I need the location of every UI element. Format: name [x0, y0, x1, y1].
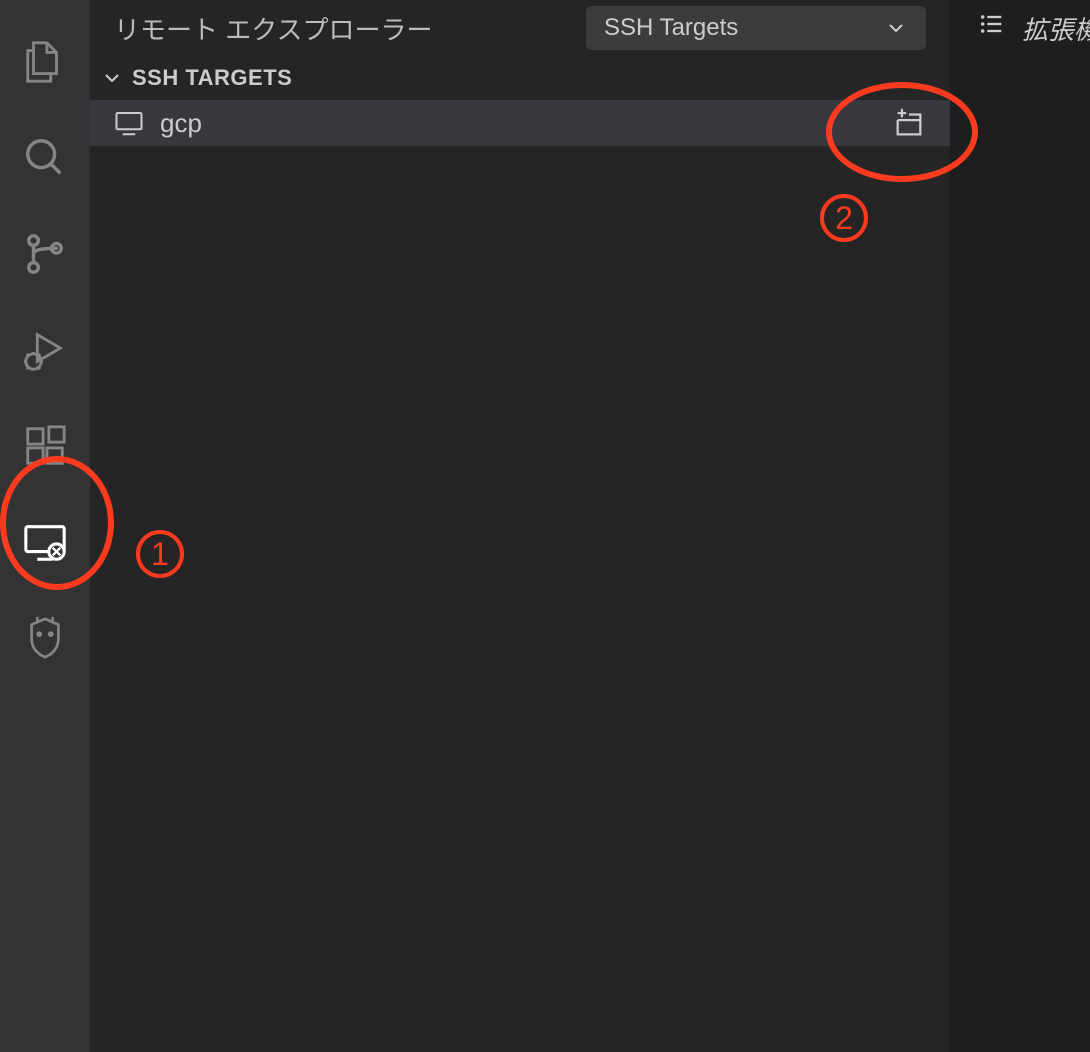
section-title: SSH TARGETS: [132, 65, 292, 91]
run-debug-tab[interactable]: [0, 302, 90, 398]
dropdown-selected-label: SSH Targets: [604, 14, 738, 42]
remote-explorer-icon: [22, 519, 68, 565]
debug-icon: [22, 327, 68, 373]
search-icon: [22, 135, 68, 181]
extensions-tab[interactable]: [0, 398, 90, 494]
chevron-down-icon: [100, 66, 124, 90]
sidebar-header: リモート エクスプローラー SSH Targets: [90, 0, 950, 56]
chevron-down-icon: [884, 16, 908, 40]
remote-explorer-sidebar: リモート エクスプローラー SSH Targets SSH TARGETS gc…: [90, 0, 950, 1052]
ssh-target-label: gcp: [160, 108, 876, 139]
activity-bar: [0, 0, 90, 1052]
source-control-tab[interactable]: [0, 206, 90, 302]
section-header-ssh-targets[interactable]: SSH TARGETS: [90, 56, 950, 100]
ssh-target-row-gcp[interactable]: gcp: [90, 100, 950, 146]
extensions-icon: [22, 423, 68, 469]
new-window-icon[interactable]: [892, 106, 926, 140]
search-tab[interactable]: [0, 110, 90, 206]
sidebar-title: リモート エクスプローラー: [114, 10, 570, 47]
snyk-icon: [22, 615, 68, 661]
editor-tabbar: 拡張機: [950, 0, 1090, 1052]
remote-explorer-tab[interactable]: [0, 494, 90, 590]
editor-tab-label[interactable]: 拡張機: [1022, 10, 1090, 47]
targets-dropdown[interactable]: SSH Targets: [586, 6, 926, 50]
monitor-icon: [114, 108, 144, 138]
list-icon[interactable]: [978, 10, 1006, 38]
explorer-tab[interactable]: [0, 14, 90, 110]
snyk-tab[interactable]: [0, 590, 90, 686]
files-icon: [22, 39, 68, 85]
source-control-icon: [22, 231, 68, 277]
